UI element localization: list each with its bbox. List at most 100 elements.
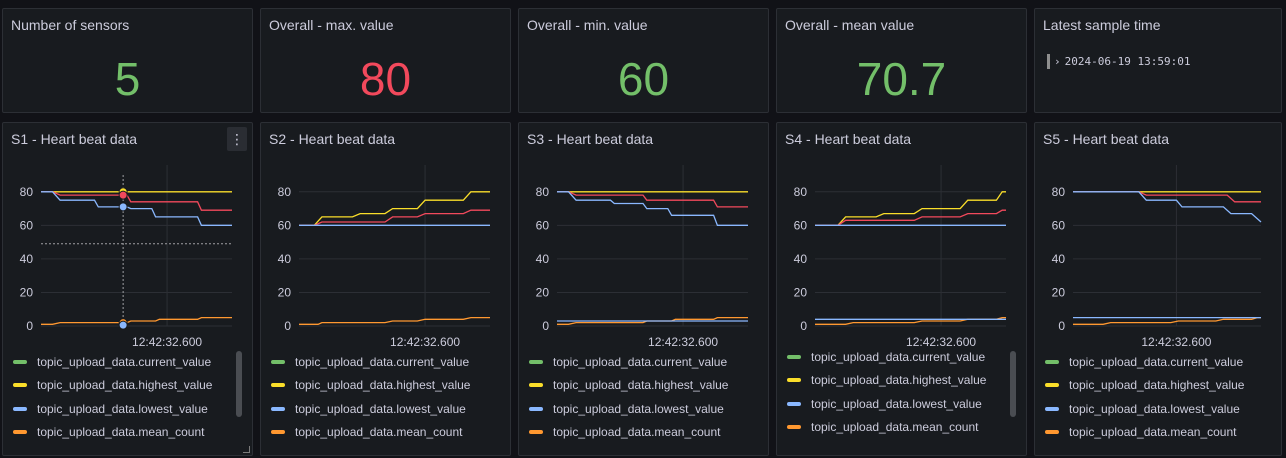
legend-swatch xyxy=(787,425,801,430)
legend-swatch xyxy=(787,401,801,406)
timeseries-chart[interactable]: 02040608012:42:32.600 xyxy=(261,123,511,348)
legend-item[interactable]: topic_upload_data.highest_value xyxy=(529,374,739,398)
legend-label: topic_upload_data.current_value xyxy=(1069,354,1244,369)
x-tick-label: 12:42:32.600 xyxy=(390,335,460,348)
x-tick-label: 12:42:32.600 xyxy=(132,335,202,348)
legend-swatch xyxy=(13,383,27,388)
latest-sample-panel[interactable]: Latest sample time › 2024-06-19 13:59:01 xyxy=(1034,8,1282,113)
row-marker xyxy=(1047,54,1050,69)
series-line-mean xyxy=(1073,316,1261,325)
legend-scrollbar[interactable] xyxy=(1010,351,1016,417)
legend-item[interactable]: topic_upload_data.mean_count xyxy=(13,421,223,445)
panel-title: Overall - mean value xyxy=(785,17,915,33)
panel-title: Latest sample time xyxy=(1043,17,1161,33)
y-tick-label: 80 xyxy=(536,185,550,199)
y-tick-label: 0 xyxy=(542,319,549,333)
legend-swatch xyxy=(271,406,285,411)
legend-swatch xyxy=(13,406,27,411)
panel-title: Overall - max. value xyxy=(269,17,394,33)
y-tick-label: 60 xyxy=(794,218,808,232)
series-line-mean xyxy=(815,316,1006,325)
legend-label: topic_upload_data.highest_value xyxy=(37,378,213,393)
chart-panel-s2[interactable]: S2 - Heart beat data 0 20 40 60 80 12:42:32.6… xyxy=(260,122,511,456)
chart-panel-s5[interactable]: S5 - Heart beat data 0 20 40 60 80 12:42:32.6… xyxy=(1034,122,1282,456)
legend-label: topic_upload_data.highest_value xyxy=(295,378,471,393)
chevron-right-icon: › xyxy=(1054,55,1061,68)
hover-point-lowest xyxy=(118,320,128,330)
y-tick-label: 0 xyxy=(284,319,291,333)
legend-item[interactable]: topic_upload_data.mean_count xyxy=(271,421,481,445)
legend-label: topic_upload_data.mean_count xyxy=(811,420,979,435)
series-line-lowest xyxy=(557,191,748,226)
timeseries-chart[interactable]: 02040608012:42:32.600 xyxy=(1035,123,1282,348)
series-line-mean xyxy=(299,316,490,325)
legend-item[interactable]: topic_upload_data.highest_value xyxy=(787,369,997,393)
legend-item[interactable]: topic_upload_data.lowest_value xyxy=(787,392,997,416)
legend-item[interactable]: topic_upload_data.lowest_value xyxy=(1045,397,1255,421)
legend-item[interactable]: topic_upload_data.current_value xyxy=(787,345,997,369)
legend-item[interactable]: topic_upload_data.current_value xyxy=(1045,350,1255,374)
chart-legend: topic_upload_data.current_value topic_upl… xyxy=(1045,350,1255,444)
y-tick-label: 40 xyxy=(278,252,292,266)
legend-item[interactable]: topic_upload_data.lowest_value xyxy=(271,397,481,421)
series-line-current xyxy=(557,191,748,208)
stat-panel-sensors[interactable]: Number of sensors 5 xyxy=(2,8,253,113)
stat-value: 80 xyxy=(359,53,412,105)
legend-label: topic_upload_data.current_value xyxy=(295,354,470,369)
legend-swatch xyxy=(1045,383,1059,388)
y-tick-label: 80 xyxy=(1052,185,1066,199)
legend-label: topic_upload_data.lowest_value xyxy=(1069,401,1240,416)
chart-legend: topic_upload_data.current_value topic_upl… xyxy=(13,350,223,444)
chart-legend: topic_upload_data.current_value topic_upl… xyxy=(529,350,739,444)
latest-sample-row[interactable]: › 2024-06-19 13:59:01 xyxy=(1047,54,1190,69)
legend-swatch xyxy=(271,430,285,435)
series-line-lowest xyxy=(1073,191,1262,223)
legend-swatch xyxy=(529,359,543,364)
series-line-highest xyxy=(299,191,490,226)
stat-panel-mean[interactable]: Overall - mean value 70.7 xyxy=(776,8,1027,113)
y-tick-label: 40 xyxy=(20,252,34,266)
legend-label: topic_upload_data.current_value xyxy=(553,354,728,369)
chart-panel-s4[interactable]: S4 - Heart beat data 0 20 40 60 80 12:42:32.6… xyxy=(776,122,1027,456)
series-line-mean xyxy=(41,316,232,325)
timeseries-chart[interactable]: 02040608012:42:32.600 xyxy=(777,123,1027,348)
legend-swatch xyxy=(787,354,801,359)
chart-panel-s1[interactable]: S1 - Heart beat data ⋮ 0 20 40 60 80 12:42:32… xyxy=(2,122,253,456)
legend-item[interactable]: topic_upload_data.mean_count xyxy=(1045,421,1255,445)
legend-scrollbar[interactable] xyxy=(236,351,242,417)
legend-item[interactable]: topic_upload_data.current_value xyxy=(13,350,223,374)
timeseries-chart[interactable]: 02040608012:42:32.600 xyxy=(3,123,253,348)
legend-item[interactable]: topic_upload_data.current_value xyxy=(271,350,481,374)
latest-sample-value: 2024-06-19 13:59:01 xyxy=(1064,55,1191,68)
y-tick-label: 0 xyxy=(800,319,807,333)
legend-item[interactable]: topic_upload_data.mean_count xyxy=(787,416,997,440)
stat-value: 5 xyxy=(114,53,141,105)
legend-item[interactable]: topic_upload_data.current_value xyxy=(529,350,739,374)
y-tick-label: 40 xyxy=(794,252,808,266)
series-line-current xyxy=(299,209,490,226)
y-tick-label: 60 xyxy=(536,218,550,232)
hover-point-lowest xyxy=(118,202,128,212)
y-tick-label: 20 xyxy=(1052,285,1066,299)
legend-item[interactable]: topic_upload_data.highest_value xyxy=(13,374,223,398)
y-tick-label: 60 xyxy=(1052,218,1066,232)
legend-label: topic_upload_data.lowest_value xyxy=(811,396,982,411)
legend-item[interactable]: topic_upload_data.lowest_value xyxy=(13,397,223,421)
y-tick-label: 40 xyxy=(1052,252,1066,266)
legend-item[interactable]: topic_upload_data.highest_value xyxy=(271,374,481,398)
stat-panel-max[interactable]: Overall - max. value 80 xyxy=(260,8,511,113)
legend-label: topic_upload_data.lowest_value xyxy=(553,401,724,416)
y-tick-label: 20 xyxy=(278,285,292,299)
legend-label: topic_upload_data.mean_count xyxy=(37,425,205,440)
resize-handle[interactable] xyxy=(243,446,250,453)
timeseries-chart[interactable]: 02040608012:42:32.600 xyxy=(519,123,769,348)
legend-swatch xyxy=(13,430,27,435)
legend-item[interactable]: topic_upload_data.mean_count xyxy=(529,421,739,445)
legend-item[interactable]: topic_upload_data.lowest_value xyxy=(529,397,739,421)
stat-panel-min[interactable]: Overall - min. value 60 xyxy=(518,8,769,113)
y-tick-label: 20 xyxy=(536,285,550,299)
series-line-current xyxy=(815,209,1006,226)
chart-panel-s3[interactable]: S3 - Heart beat data 0 20 40 60 80 12:42:32.6… xyxy=(518,122,769,456)
legend-item[interactable]: topic_upload_data.highest_value xyxy=(1045,374,1255,398)
stat-value: 70.7 xyxy=(856,53,947,105)
